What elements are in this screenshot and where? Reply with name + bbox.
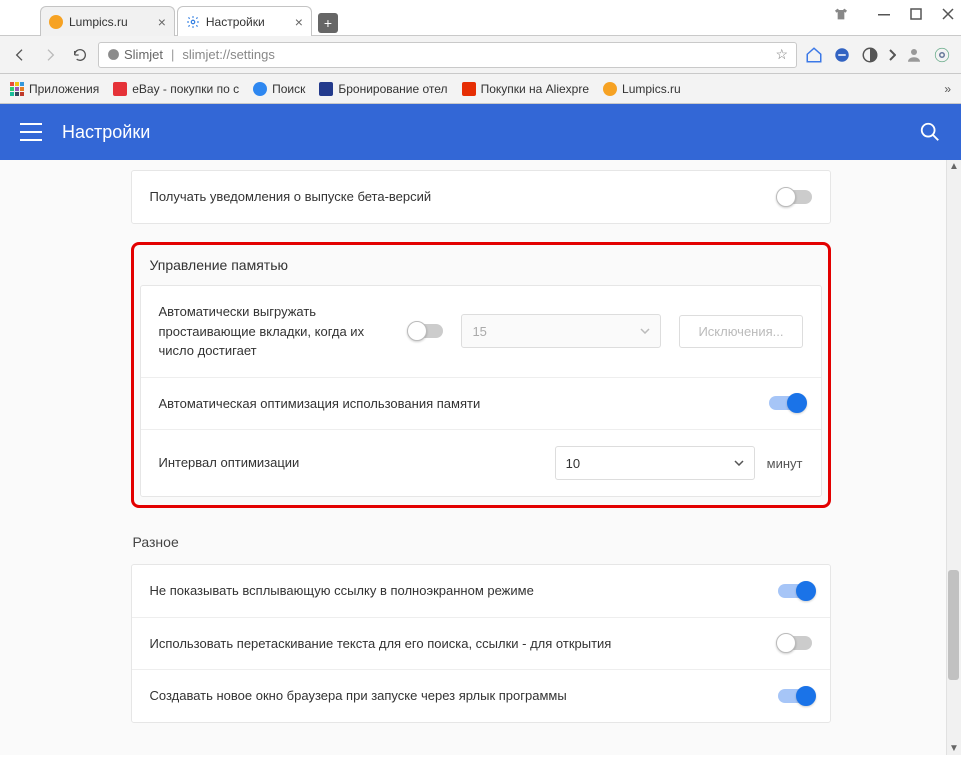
- new-tab-button[interactable]: +: [318, 13, 338, 33]
- shirt-icon[interactable]: [833, 6, 849, 22]
- bookmark-icon: [462, 82, 476, 96]
- bookmark-label: Покупки на Aliexpre: [481, 82, 589, 96]
- menu-gear-icon[interactable]: [931, 44, 953, 66]
- close-icon[interactable]: ×: [158, 14, 166, 30]
- chevron-down-icon: [640, 328, 650, 334]
- auto-unload-label: Автоматически выгружать простаивающие вк…: [159, 302, 369, 361]
- settings-header: Настройки: [0, 104, 961, 160]
- chevron-down-icon: [734, 460, 744, 466]
- bookmark-icon: [603, 82, 617, 96]
- interval-select[interactable]: 10: [555, 446, 755, 480]
- threshold-select[interactable]: 15: [461, 314, 661, 348]
- misc-toggle-0[interactable]: [778, 584, 812, 598]
- bookmark-icon: [113, 82, 127, 96]
- misc-section-title: Разное: [131, 526, 831, 564]
- minimize-button[interactable]: [877, 7, 891, 21]
- bookmark-aliexpress[interactable]: Покупки на Aliexpre: [462, 82, 589, 96]
- scroll-down-icon[interactable]: ▼: [949, 743, 959, 754]
- scrollbar[interactable]: ▲ ▼: [946, 160, 961, 755]
- beta-label: Получать уведомления о выпуске бета-верс…: [150, 187, 778, 207]
- bookmark-lumpics[interactable]: Lumpics.ru: [603, 82, 681, 96]
- window-controls: [833, 6, 955, 22]
- misc-row-0: Не показывать всплывающую ссылку в полно…: [132, 565, 830, 618]
- misc-toggle-2[interactable]: [778, 689, 812, 703]
- scroll-up-icon[interactable]: ▲: [949, 161, 959, 172]
- close-icon[interactable]: ×: [295, 14, 303, 30]
- misc-card: Не показывать всплывающую ссылку в полно…: [131, 564, 831, 723]
- apps-label: Приложения: [29, 82, 99, 96]
- memory-card: Автоматически выгружать простаивающие вк…: [140, 285, 822, 497]
- misc-row-2: Создавать новое окно браузера при запуск…: [132, 670, 830, 722]
- bookmark-ebay[interactable]: eBay - покупки по с: [113, 82, 239, 96]
- misc-row-1: Использовать перетаскивание текста для е…: [132, 618, 830, 671]
- threshold-value: 15: [472, 324, 486, 339]
- bookmark-overflow-icon[interactable]: »: [944, 82, 951, 96]
- bookmark-booking[interactable]: Бронирование отел: [319, 82, 447, 96]
- page-title: Настройки: [62, 122, 150, 143]
- interval-unit: минут: [767, 456, 803, 471]
- misc-toggle-1[interactable]: [778, 636, 812, 650]
- beta-toggle[interactable]: [778, 190, 812, 204]
- profile-icon[interactable]: [903, 44, 925, 66]
- chevron-right-icon[interactable]: [887, 44, 897, 66]
- window-titlebar: Lumpics.ru × Настройки × +: [0, 0, 961, 36]
- tab-settings[interactable]: Настройки ×: [177, 6, 312, 36]
- close-button[interactable]: [941, 7, 955, 21]
- bookmark-icon: [253, 82, 267, 96]
- browser-toolbar: Slimjet | slimjet://settings ☆: [0, 36, 961, 74]
- scrollbar-thumb[interactable]: [948, 570, 959, 680]
- interval-value: 10: [566, 456, 580, 471]
- maximize-button[interactable]: [909, 7, 923, 21]
- bookmarks-bar: Приложения eBay - покупки по с Поиск Бро…: [0, 74, 961, 104]
- bookmark-label: Lumpics.ru: [622, 82, 681, 96]
- tab-lumpics[interactable]: Lumpics.ru ×: [40, 6, 175, 36]
- memory-section-highlight: Управление памятью Автоматически выгружа…: [131, 242, 831, 508]
- separator: |: [171, 47, 174, 62]
- auto-optimize-label: Автоматическая оптимизация использования…: [159, 394, 769, 414]
- beta-row: Получать уведомления о выпуске бета-верс…: [132, 171, 830, 223]
- exceptions-button[interactable]: Исключения...: [679, 315, 802, 348]
- bookmark-star-icon[interactable]: ☆: [775, 46, 788, 63]
- bookmark-icon: [319, 82, 333, 96]
- apps-icon: [10, 82, 24, 96]
- apps-button[interactable]: Приложения: [10, 82, 99, 96]
- auto-optimize-row: Автоматическая оптимизация использования…: [141, 378, 821, 431]
- site-label: Slimjet: [124, 47, 163, 62]
- interval-label: Интервал оптимизации: [159, 453, 300, 473]
- settings-content: Получать уведомления о выпуске бета-верс…: [0, 160, 961, 755]
- forward-button[interactable]: [38, 43, 62, 67]
- search-icon[interactable]: [919, 121, 941, 143]
- bookmark-label: eBay - покупки по с: [132, 82, 239, 96]
- beta-card: Получать уведомления о выпуске бета-верс…: [131, 170, 831, 224]
- favicon-icon: [49, 15, 63, 29]
- tab-strip: Lumpics.ru × Настройки × +: [0, 0, 338, 36]
- menu-icon[interactable]: [20, 123, 42, 141]
- reload-button[interactable]: [68, 43, 92, 67]
- contrast-icon[interactable]: [859, 44, 881, 66]
- bookmark-label: Бронирование отел: [338, 82, 447, 96]
- interval-row: Интервал оптимизации 10 минут: [141, 430, 821, 496]
- misc-label: Использовать перетаскивание текста для е…: [150, 634, 778, 654]
- tab-title: Настройки: [206, 15, 265, 29]
- site-identity-icon[interactable]: Slimjet: [107, 47, 163, 62]
- auto-optimize-toggle[interactable]: [769, 396, 803, 410]
- auto-unload-toggle[interactable]: [409, 324, 443, 338]
- misc-label: Создавать новое окно браузера при запуск…: [150, 686, 778, 706]
- auto-unload-row: Автоматически выгружать простаивающие вк…: [141, 286, 821, 378]
- home-icon[interactable]: [803, 44, 825, 66]
- back-button[interactable]: [8, 43, 32, 67]
- address-bar[interactable]: Slimjet | slimjet://settings ☆: [98, 42, 797, 68]
- gear-icon: [186, 15, 200, 29]
- misc-label: Не показывать всплывающую ссылку в полно…: [150, 581, 778, 601]
- memory-section-title: Управление памятью: [140, 251, 822, 285]
- bookmark-search[interactable]: Поиск: [253, 82, 305, 96]
- shield-icon[interactable]: [831, 44, 853, 66]
- tab-title: Lumpics.ru: [69, 15, 128, 29]
- url-text: slimjet://settings: [182, 47, 274, 62]
- bookmark-label: Поиск: [272, 82, 305, 96]
